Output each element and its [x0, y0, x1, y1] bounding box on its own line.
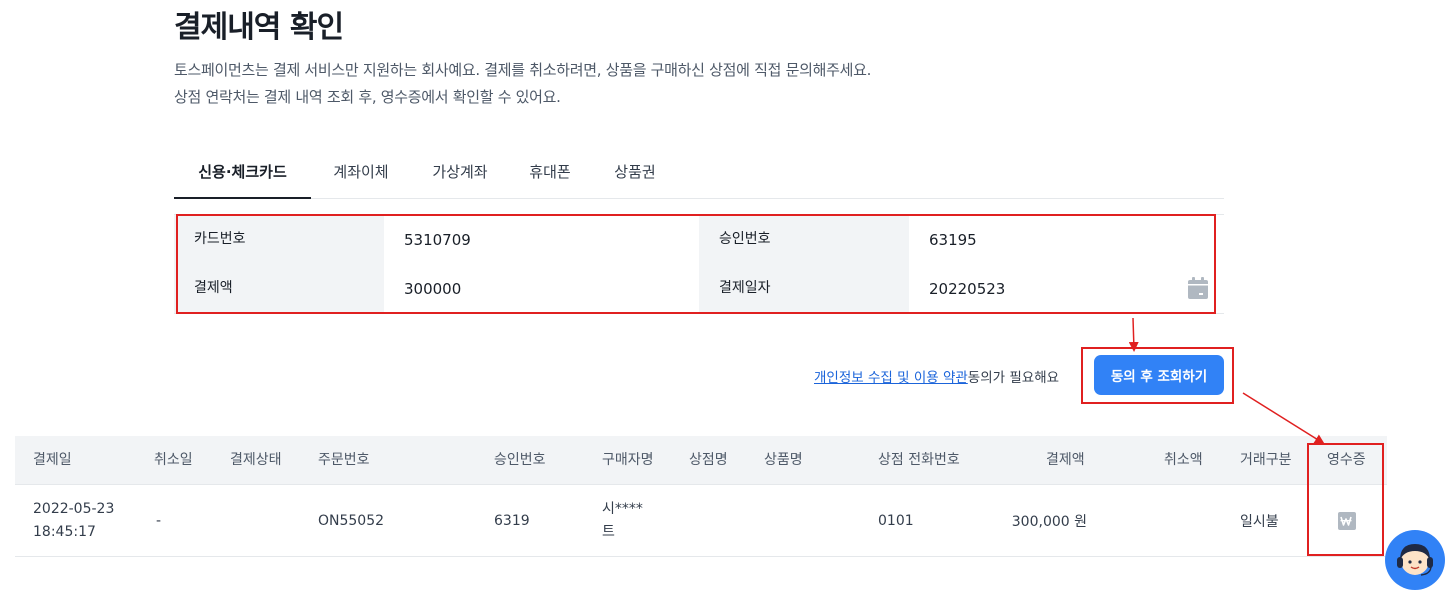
cell-cancel-date: -: [156, 513, 162, 529]
cell-type: 일시불: [1240, 514, 1279, 530]
arrow-to-button: [1128, 317, 1139, 352]
page-description: 토스페이먼츠는 결제 서비스만 지원하는 회사예요. 결제를 취소하려면, 상품…: [174, 61, 872, 79]
col-approval-number: 승인번호: [494, 452, 546, 468]
col-amount: 결제액: [1046, 452, 1085, 468]
col-cancel-date: 취소일: [154, 452, 193, 468]
agree-and-search-button[interactable]: 동의 후 조회하기: [1094, 355, 1224, 395]
payment-method-tabs: 신용·체크카드 계좌이체 가상계좌 휴대폰 상품권: [174, 150, 1224, 199]
table-row: 2022-05-23 18:45:17 - ON55052 6319 시**** 트…: [15, 485, 1387, 557]
approval-number-label: 승인번호: [699, 215, 909, 264]
form-row: 카드번호 승인번호: [174, 214, 1224, 264]
cell-amount: 300,000 원: [1011, 514, 1087, 530]
results-table: 결제일 취소일 결제상태 주문번호 승인번호 구매자명 상점명 상품명 상점 전…: [15, 436, 1387, 557]
col-payment-date: 결제일: [33, 452, 72, 468]
col-type: 거래구분: [1240, 452, 1292, 468]
date-label: 결제일자: [699, 264, 909, 313]
table-header: 결제일 취소일 결제상태 주문번호 승인번호 구매자명 상점명 상품명 상점 전…: [15, 436, 1387, 485]
tab-gift-card[interactable]: 상품권: [609, 150, 661, 199]
agree-note-suffix: 동의가 필요해요: [967, 370, 1060, 386]
col-buyer: 구매자명: [602, 452, 654, 468]
approval-number-input[interactable]: [909, 215, 1224, 264]
cell-receipt: [1338, 485, 1356, 557]
card-number-label: 카드번호: [174, 215, 384, 264]
won-receipt-icon[interactable]: [1338, 512, 1356, 530]
col-cancel-amount: 취소액: [1164, 452, 1203, 468]
cell-buyer: 시**** 트: [602, 501, 643, 540]
cell-payment-date: 2022-05-23 18:45:17: [33, 501, 115, 540]
col-store-phone: 상점 전화번호: [878, 452, 960, 468]
form-row: 결제액 결제일자: [174, 264, 1224, 314]
cell-store-phone: 0101: [878, 513, 914, 529]
privacy-terms-link[interactable]: 개인정보 수집 및 이용 약관: [814, 370, 968, 386]
tab-mobile[interactable]: 휴대폰: [524, 150, 576, 199]
lookup-form: 카드번호 승인번호 결제액 결제일자: [174, 214, 1224, 314]
col-store: 상점명: [689, 452, 728, 468]
col-product: 상품명: [764, 452, 803, 468]
cell-approval-number: 6319: [494, 513, 530, 529]
amount-label: 결제액: [174, 264, 384, 313]
col-status: 결제상태: [230, 452, 282, 468]
col-order-number: 주문번호: [318, 452, 370, 468]
page-description-2: 상점 연락처는 결제 내역 조회 후, 영수증에서 확인할 수 있어요.: [174, 88, 561, 106]
chatbot-avatar-icon: [1397, 544, 1433, 576]
tab-credit-card[interactable]: 신용·체크카드: [174, 150, 311, 199]
cell-order-number: ON55052: [318, 513, 385, 529]
date-input[interactable]: [909, 264, 1224, 313]
page-title: 결제내역 확인: [174, 10, 344, 45]
amount-input[interactable]: [384, 264, 699, 313]
card-number-input[interactable]: [384, 215, 699, 264]
col-receipt: 영수증: [1327, 452, 1366, 468]
tab-bank-transfer[interactable]: 계좌이체: [325, 150, 397, 199]
chatbot-button[interactable]: [1385, 530, 1445, 590]
agree-note: 개인정보 수집 및 이용 약관동의가 필요해요: [814, 366, 1059, 386]
calendar-icon[interactable]: [1188, 277, 1208, 299]
tab-virtual-account[interactable]: 가상계좌: [424, 150, 496, 199]
